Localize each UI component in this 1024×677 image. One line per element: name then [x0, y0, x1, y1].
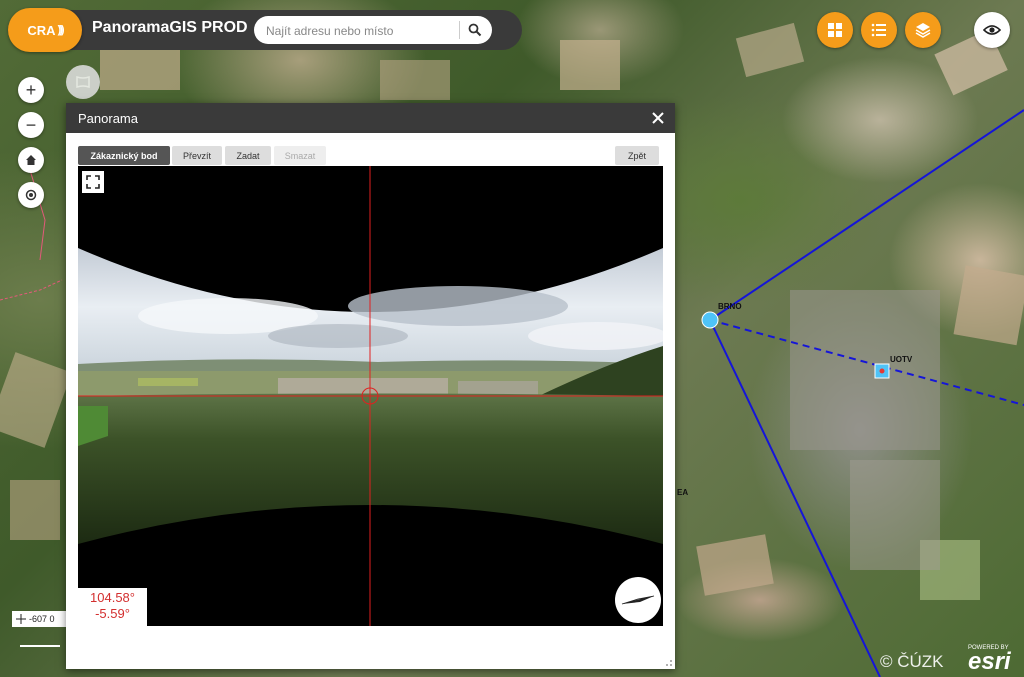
panel-title: Panorama — [78, 111, 138, 126]
close-icon — [652, 112, 664, 124]
visibility-button[interactable] — [974, 12, 1010, 48]
fullscreen-button[interactable] — [82, 171, 104, 193]
panorama-panel: Panorama Zákaznický bod Převzít Zadat Sm… — [66, 103, 675, 669]
copyright-text: © ČÚZK — [880, 652, 944, 671]
grid-button[interactable] — [817, 12, 853, 48]
layers-button[interactable] — [905, 12, 941, 48]
customer-point-button[interactable]: Zákaznický bod — [78, 146, 170, 165]
scale-bar — [20, 645, 60, 647]
map-label-point-b: UOTV — [890, 355, 913, 364]
eye-icon — [983, 25, 1001, 35]
zoom-out-icon: − — [25, 114, 37, 135]
panorama-toggle-button[interactable] — [66, 65, 100, 99]
esri-brand-text: esri — [968, 648, 1011, 675]
locate-icon — [25, 189, 37, 201]
view-angles: 104.58° -5.59° — [78, 588, 147, 626]
zoom-in-button[interactable]: + — [18, 77, 44, 103]
locate-button[interactable] — [18, 182, 44, 208]
take-over-button[interactable]: Převzít — [172, 146, 222, 165]
search-input[interactable] — [264, 20, 458, 42]
panel-header: Panorama — [66, 103, 675, 133]
close-button[interactable] — [649, 109, 667, 127]
zoom-out-button[interactable]: − — [18, 112, 44, 138]
app-title: PanoramaGIS PROD — [92, 19, 248, 36]
crosshair-icon — [16, 614, 26, 624]
resize-grip-icon[interactable] — [665, 659, 673, 667]
app-logo[interactable]: CRA ))) — [8, 8, 82, 52]
map-label-point-c: EA — [677, 488, 689, 497]
coordinates-text: -607 0 — [29, 614, 55, 624]
logo-text: CRA — [27, 22, 56, 38]
vertical-angle: -5.59° — [95, 606, 130, 621]
search-icon — [468, 23, 482, 37]
delete-button: Smazat — [274, 146, 326, 165]
panorama-icon — [76, 75, 90, 89]
search-box — [254, 16, 492, 44]
search-divider — [459, 21, 460, 39]
panorama-viewer[interactable]: 104.58° -5.59° — [78, 166, 663, 626]
coordinates-readout: -607 0 — [12, 611, 70, 627]
enter-button[interactable]: Zadat — [225, 146, 271, 165]
compass-button[interactable] — [615, 577, 661, 623]
layers-icon — [915, 23, 931, 38]
zoom-in-icon: + — [25, 79, 37, 100]
grid-icon — [828, 23, 842, 37]
logo-waves-icon: ))) — [57, 24, 65, 36]
esri-logo: POWERED BY esri — [968, 645, 1011, 674]
fullscreen-icon — [86, 175, 100, 189]
home-icon — [26, 155, 36, 165]
panorama-image — [78, 166, 663, 626]
list-button[interactable] — [861, 12, 897, 48]
map-label-point-a: BRNO — [718, 302, 742, 311]
list-icon — [871, 23, 886, 37]
search-button[interactable] — [464, 20, 486, 40]
horizontal-angle: 104.58° — [90, 590, 135, 605]
compass-icon — [621, 595, 655, 605]
home-button[interactable] — [18, 147, 44, 173]
back-button[interactable]: Zpět — [615, 146, 659, 165]
